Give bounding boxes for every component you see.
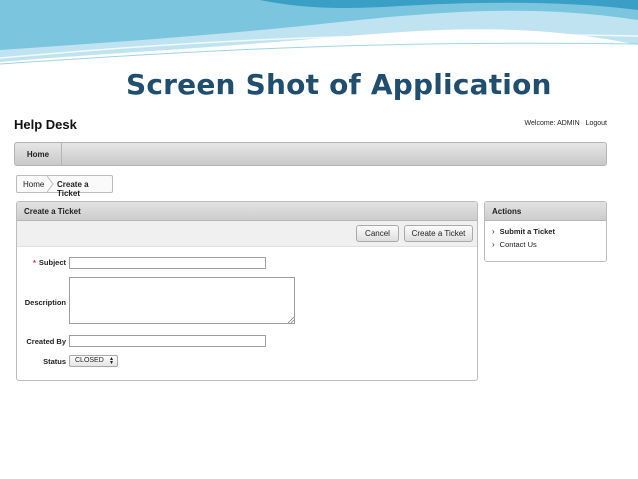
action-contact-us[interactable]: › Contact Us (492, 238, 606, 251)
nav-bar: Home (14, 142, 607, 166)
subject-input[interactable] (69, 257, 266, 269)
select-arrows-icon: ▴ ▾ (109, 356, 113, 366)
status-label: Status (43, 357, 66, 366)
create-ticket-button[interactable]: Create a Ticket (404, 225, 473, 242)
subject-label: * Subject (32, 258, 66, 267)
breadcrumb-separator-icon (46, 176, 54, 192)
actions-panel: Actions › Submit a Ticket › Contact Us (484, 201, 607, 262)
welcome-text: Welcome: ADMIN (524, 120, 580, 127)
chevron-right-icon: › (492, 240, 495, 249)
breadcrumb-home[interactable]: Home (23, 180, 44, 189)
created-by-label: Created By (26, 337, 66, 346)
create-ticket-panel-title: Create a Ticket (17, 202, 477, 221)
action-submit-ticket[interactable]: › Submit a Ticket (492, 225, 606, 238)
resize-grip-icon[interactable] (288, 317, 294, 323)
form-button-bar: Cancel Create a Ticket (17, 221, 477, 247)
breadcrumb-current: Create a Ticket (57, 180, 89, 198)
cancel-button[interactable]: Cancel (356, 225, 399, 242)
header-wave-decoration (0, 0, 638, 65)
created-by-input[interactable] (69, 335, 266, 347)
status-select-value: CLOSED (75, 357, 104, 364)
description-textarea[interactable] (69, 277, 295, 324)
slide-title: Screen Shot of Application (126, 68, 552, 101)
nav-tab-home[interactable]: Home (15, 143, 62, 165)
required-marker: * (32, 258, 36, 267)
app-screenshot: Help Desk Welcome: ADMIN Logout Home Hom… (14, 112, 607, 384)
chevron-right-icon: › (492, 227, 495, 236)
status-select[interactable]: CLOSED ▴ ▾ (69, 355, 118, 367)
create-ticket-panel: Create a Ticket Cancel Create a Ticket *… (16, 201, 478, 381)
app-title: Help Desk (14, 117, 77, 132)
actions-panel-title: Actions (485, 202, 606, 221)
breadcrumb: Home Create a Ticket (16, 175, 113, 198)
logout-link[interactable]: Logout (586, 120, 607, 127)
description-label: Description (24, 298, 66, 307)
user-bar: Welcome: ADMIN Logout (521, 120, 607, 127)
action-list: › Submit a Ticket › Contact Us (485, 221, 606, 251)
